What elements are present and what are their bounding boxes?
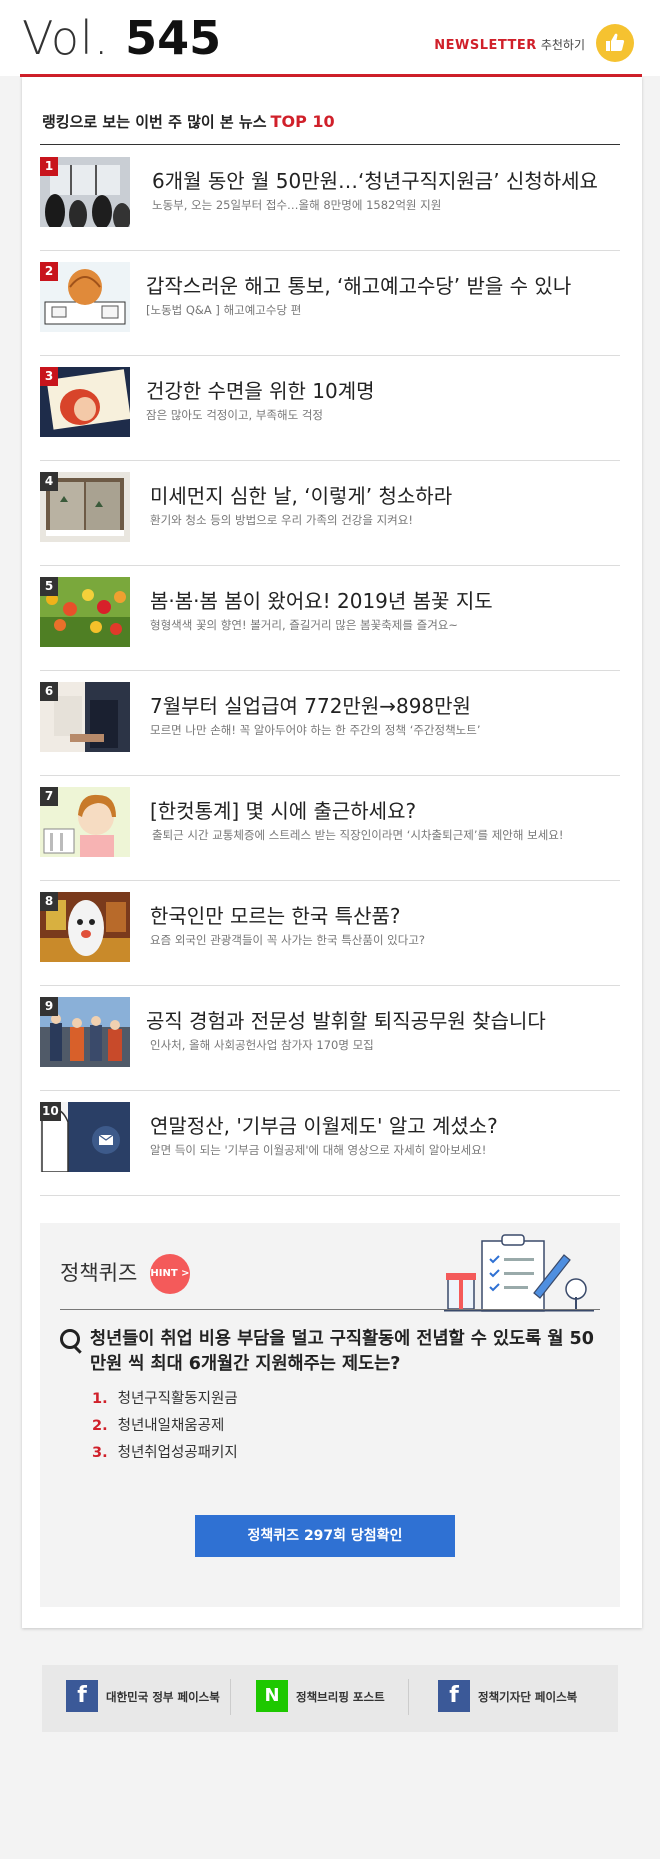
news-thumbnail[interactable]: 3 bbox=[40, 367, 130, 437]
news-thumbnail[interactable]: 1 bbox=[40, 157, 130, 227]
ranking-title: 랭킹으로 보는 이번 주 많이 본 뉴스 TOP 10 bbox=[42, 111, 335, 132]
news-item-2[interactable]: 2 갑작스러운 해고 통보, ‘해고예고수당’ 받을 수 있나 [노동법 Q&A… bbox=[40, 250, 620, 356]
news-subtitle: 알면 득이 되는 '기부금 이월공제'에 대해 영상으로 자세히 알아보세요! bbox=[150, 1143, 487, 1157]
policy-quiz: 정책퀴즈 HINT > 청년들이 취업 비용 부담을 덜고 구직활동에 전념할 … bbox=[40, 1223, 620, 1607]
news-title[interactable]: 공직 경험과 전문성 발휘할 퇴직공무원 찾습니다 bbox=[146, 1005, 546, 1034]
thumbs-up-button[interactable] bbox=[596, 24, 634, 62]
news-subtitle: 인사처, 올해 사회공헌사업 참가자 170명 모집 bbox=[150, 1038, 374, 1052]
news-subtitle: 노동부, 오는 25일부터 접수…올해 8만명에 1582억원 지원 bbox=[152, 198, 442, 212]
quiz-option-1[interactable]: 1. 청년구직활동지원금 bbox=[92, 1387, 238, 1408]
news-title[interactable]: 7월부터 실업급여 772만원→898만원 bbox=[150, 690, 471, 719]
option-number: 1. bbox=[92, 1391, 108, 1407]
news-subtitle: 요즘 외국인 관광객들이 꼭 사가는 한국 특산품이 있다고? bbox=[150, 933, 426, 947]
option-text: 청년내일채움공제 bbox=[117, 1418, 225, 1434]
news-item-3[interactable]: 3 건강한 수면을 위한 10계명 잠은 많아도 걱정이고, 부족해도 걱정 bbox=[40, 355, 620, 461]
news-subtitle: 형형색색 꽃의 향연! 볼거리, 즐길거리 많은 봄꽃축제를 즐겨요~ bbox=[150, 618, 458, 632]
news-thumbnail[interactable]: 9 bbox=[40, 997, 130, 1067]
naver-icon: N bbox=[256, 1680, 288, 1712]
volume-label: Vol. 545 bbox=[22, 12, 221, 64]
thumbs-up-icon bbox=[606, 33, 625, 51]
rank-badge: 10 bbox=[40, 1102, 61, 1121]
news-thumbnail[interactable]: 7 bbox=[40, 787, 130, 857]
quiz-option-3[interactable]: 3. 청년취업성공패키지 bbox=[92, 1441, 238, 1462]
option-number: 2. bbox=[92, 1418, 108, 1434]
recommend-label: 추천하기 bbox=[540, 38, 585, 52]
news-item-6[interactable]: 6 7월부터 실업급여 772만원→898만원 모르면 나만 손해! 꼭 알아두… bbox=[40, 670, 620, 776]
volume-number: 545 bbox=[125, 11, 222, 65]
news-item-5[interactable]: 5 봄·봄·봄 봄이 왔어요! 2019년 봄꽃 지도 형형색색 꽃의 향연! … bbox=[40, 565, 620, 671]
recommend-link[interactable]: NEWSLETTER 추천하기 bbox=[434, 36, 585, 53]
news-item-8[interactable]: 8 한국인만 모르는 한국 특산품? 요즘 외국인 관광객들이 꼭 사가는 한국… bbox=[40, 880, 620, 986]
news-subtitle: 잠은 많아도 걱정이고, 부족해도 걱정 bbox=[146, 408, 323, 422]
rank-badge: 2 bbox=[40, 262, 58, 281]
news-thumbnail[interactable]: 8 bbox=[40, 892, 130, 962]
news-thumbnail[interactable]: 10 bbox=[40, 1102, 130, 1172]
news-item-1[interactable]: 1 6개월 동안 월 50만원…‘청년구직지원금’ 신청하세요 노동부, 오는 … bbox=[40, 145, 620, 251]
news-thumbnail[interactable]: 2 bbox=[40, 262, 130, 332]
facebook-icon: f bbox=[66, 1680, 98, 1712]
rank-badge: 3 bbox=[40, 367, 58, 386]
news-title[interactable]: 갑작스러운 해고 통보, ‘해고예고수당’ 받을 수 있나 bbox=[146, 270, 571, 299]
ranking-title-text: 랭킹으로 보는 이번 주 많이 본 뉴스 bbox=[42, 113, 267, 131]
news-title[interactable]: [한컷통계] 몇 시에 출근하세요? bbox=[150, 795, 416, 824]
news-title[interactable]: 연말정산, '기부금 이월제도' 알고 계셨소? bbox=[150, 1110, 498, 1139]
news-thumbnail[interactable]: 5 bbox=[40, 577, 130, 647]
rank-badge: 8 bbox=[40, 892, 58, 911]
news-item-7[interactable]: 7 [한컷통계] 몇 시에 출근하세요? 출퇴근 시간 교통체증에 스트레스 받… bbox=[40, 775, 620, 881]
news-item-9[interactable]: 9 공직 경험과 전문성 발휘할 퇴직공무원 찾습니다 인사처, 올해 사회공헌… bbox=[40, 985, 620, 1091]
social-link-label: 정책기자단 페이스북 bbox=[478, 1690, 578, 1704]
news-subtitle: 환기와 청소 등의 방법으로 우리 가족의 건강을 지켜요! bbox=[150, 513, 413, 527]
news-thumbnail[interactable]: 4 bbox=[40, 472, 130, 542]
social-link-label: 정책브리핑 포스트 bbox=[296, 1690, 385, 1704]
newsletter-label: NEWSLETTER bbox=[434, 38, 537, 53]
newsletter-header: Vol. 545 NEWSLETTER 추천하기 bbox=[0, 0, 660, 76]
quiz-divider bbox=[60, 1309, 600, 1310]
rank-badge: 6 bbox=[40, 682, 58, 701]
footer-divider bbox=[230, 1679, 231, 1715]
quiz-title: 정책퀴즈 bbox=[60, 1261, 138, 1285]
social-footer: f 대한민국 정부 페이스북 N 정책브리핑 포스트 f 정책기자단 페이스북 bbox=[42, 1665, 618, 1732]
news-subtitle: 모르면 나만 손해! 꼭 알아두어야 하는 한 주간의 정책 ‘주간정책노트’ bbox=[150, 723, 481, 737]
hint-button[interactable]: HINT > bbox=[150, 1254, 190, 1294]
quiz-option-2[interactable]: 2. 청년내일채움공제 bbox=[92, 1414, 224, 1435]
news-title[interactable]: 건강한 수면을 위한 10계명 bbox=[146, 375, 375, 404]
option-text: 청년구직활동지원금 bbox=[117, 1391, 238, 1407]
news-title[interactable]: 미세먼지 심한 날, ‘이렇게’ 청소하라 bbox=[150, 480, 452, 509]
content-card: 랭킹으로 보는 이번 주 많이 본 뉴스 TOP 10 1 6개월 동안 월 50… bbox=[22, 77, 642, 1628]
news-title[interactable]: 한국인만 모르는 한국 특산품? bbox=[150, 900, 401, 929]
footer-divider bbox=[408, 1679, 409, 1715]
volume-prefix: Vol. bbox=[22, 11, 110, 65]
question-icon bbox=[60, 1329, 80, 1349]
news-subtitle: 출퇴근 시간 교통체증에 스트레스 받는 직장인이라면 ‘시차출퇴근제’를 제안… bbox=[152, 828, 564, 842]
rank-badge: 4 bbox=[40, 472, 58, 491]
news-thumbnail[interactable]: 6 bbox=[40, 682, 130, 752]
option-text: 청년취업성공패키지 bbox=[117, 1445, 238, 1461]
checklist-icon bbox=[444, 1234, 594, 1312]
news-title[interactable]: 6개월 동안 월 50만원…‘청년구직지원금’ 신청하세요 bbox=[152, 165, 598, 194]
ranking-title-highlight: TOP 10 bbox=[270, 112, 335, 131]
social-link-label: 대한민국 정부 페이스북 bbox=[106, 1690, 220, 1704]
news-subtitle: [노동법 Q&A ] 해고예고수당 편 bbox=[146, 303, 302, 317]
rank-badge: 1 bbox=[40, 157, 58, 176]
quiz-question: 청년들이 취업 비용 부담을 덜고 구직활동에 전념할 수 있도록 월 50만원… bbox=[90, 1329, 594, 1374]
rank-badge: 7 bbox=[40, 787, 58, 806]
news-item-10[interactable]: 10 연말정산, '기부금 이월제도' 알고 계셨소? 알면 득이 되는 '기부… bbox=[40, 1090, 620, 1196]
option-number: 3. bbox=[92, 1445, 108, 1461]
facebook-icon: f bbox=[438, 1680, 470, 1712]
news-item-4[interactable]: 4 미세먼지 심한 날, ‘이렇게’ 청소하라 환기와 청소 등의 방법으로 우… bbox=[40, 460, 620, 566]
rank-badge: 9 bbox=[40, 997, 58, 1016]
news-title[interactable]: 봄·봄·봄 봄이 왔어요! 2019년 봄꽃 지도 bbox=[150, 585, 493, 614]
quiz-winner-button[interactable]: 정책퀴즈 297회 당첨확인 bbox=[195, 1515, 455, 1557]
rank-badge: 5 bbox=[40, 577, 58, 596]
